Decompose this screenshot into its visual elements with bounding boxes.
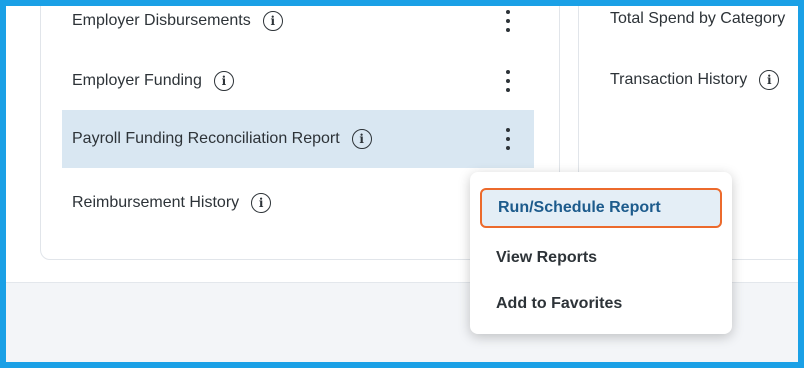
report-row-reimbursement-history[interactable]: Reimbursement History i bbox=[62, 174, 534, 232]
info-icon[interactable]: i bbox=[351, 129, 372, 149]
report-row-label[interactable]: Payroll Funding Reconciliation Report bbox=[72, 130, 340, 148]
report-row-label[interactable]: Reimbursement History bbox=[72, 194, 239, 212]
report-row-label[interactable]: Employer Disbursements bbox=[72, 12, 251, 30]
menu-item-add-to-favorites[interactable]: Add to Favorites bbox=[480, 284, 722, 324]
menu-item-run-schedule-report[interactable]: Run/Schedule Report bbox=[480, 188, 722, 228]
info-icon[interactable]: i bbox=[213, 71, 234, 91]
screenshot-frame: Employer Disbursements i Employer Fundin… bbox=[0, 0, 804, 368]
info-icon[interactable]: i bbox=[251, 193, 272, 213]
menu-item-view-reports[interactable]: View Reports bbox=[480, 238, 722, 278]
more-options-icon[interactable] bbox=[504, 128, 512, 150]
info-icon[interactable]: i bbox=[759, 70, 780, 90]
more-options-icon[interactable] bbox=[504, 70, 512, 92]
report-row-total-spend[interactable]: Total Spend by Category bbox=[610, 6, 785, 34]
report-row-employer-funding[interactable]: Employer Funding i bbox=[62, 52, 534, 110]
report-row-employer-disbursements[interactable]: Employer Disbursements i bbox=[62, 6, 534, 50]
report-row-label[interactable]: Employer Funding bbox=[72, 72, 202, 90]
report-row-payroll-funding-reconciliation[interactable]: Payroll Funding Reconciliation Report i bbox=[62, 110, 534, 168]
more-options-icon[interactable] bbox=[504, 10, 512, 32]
report-row-transaction-history[interactable]: Transaction History i bbox=[610, 65, 780, 95]
report-actions-menu: Run/Schedule Report View Reports Add to … bbox=[470, 172, 732, 334]
info-icon[interactable]: i bbox=[262, 11, 283, 31]
report-row-label[interactable]: Total Spend by Category bbox=[610, 10, 785, 28]
report-row-label[interactable]: Transaction History bbox=[610, 71, 747, 89]
